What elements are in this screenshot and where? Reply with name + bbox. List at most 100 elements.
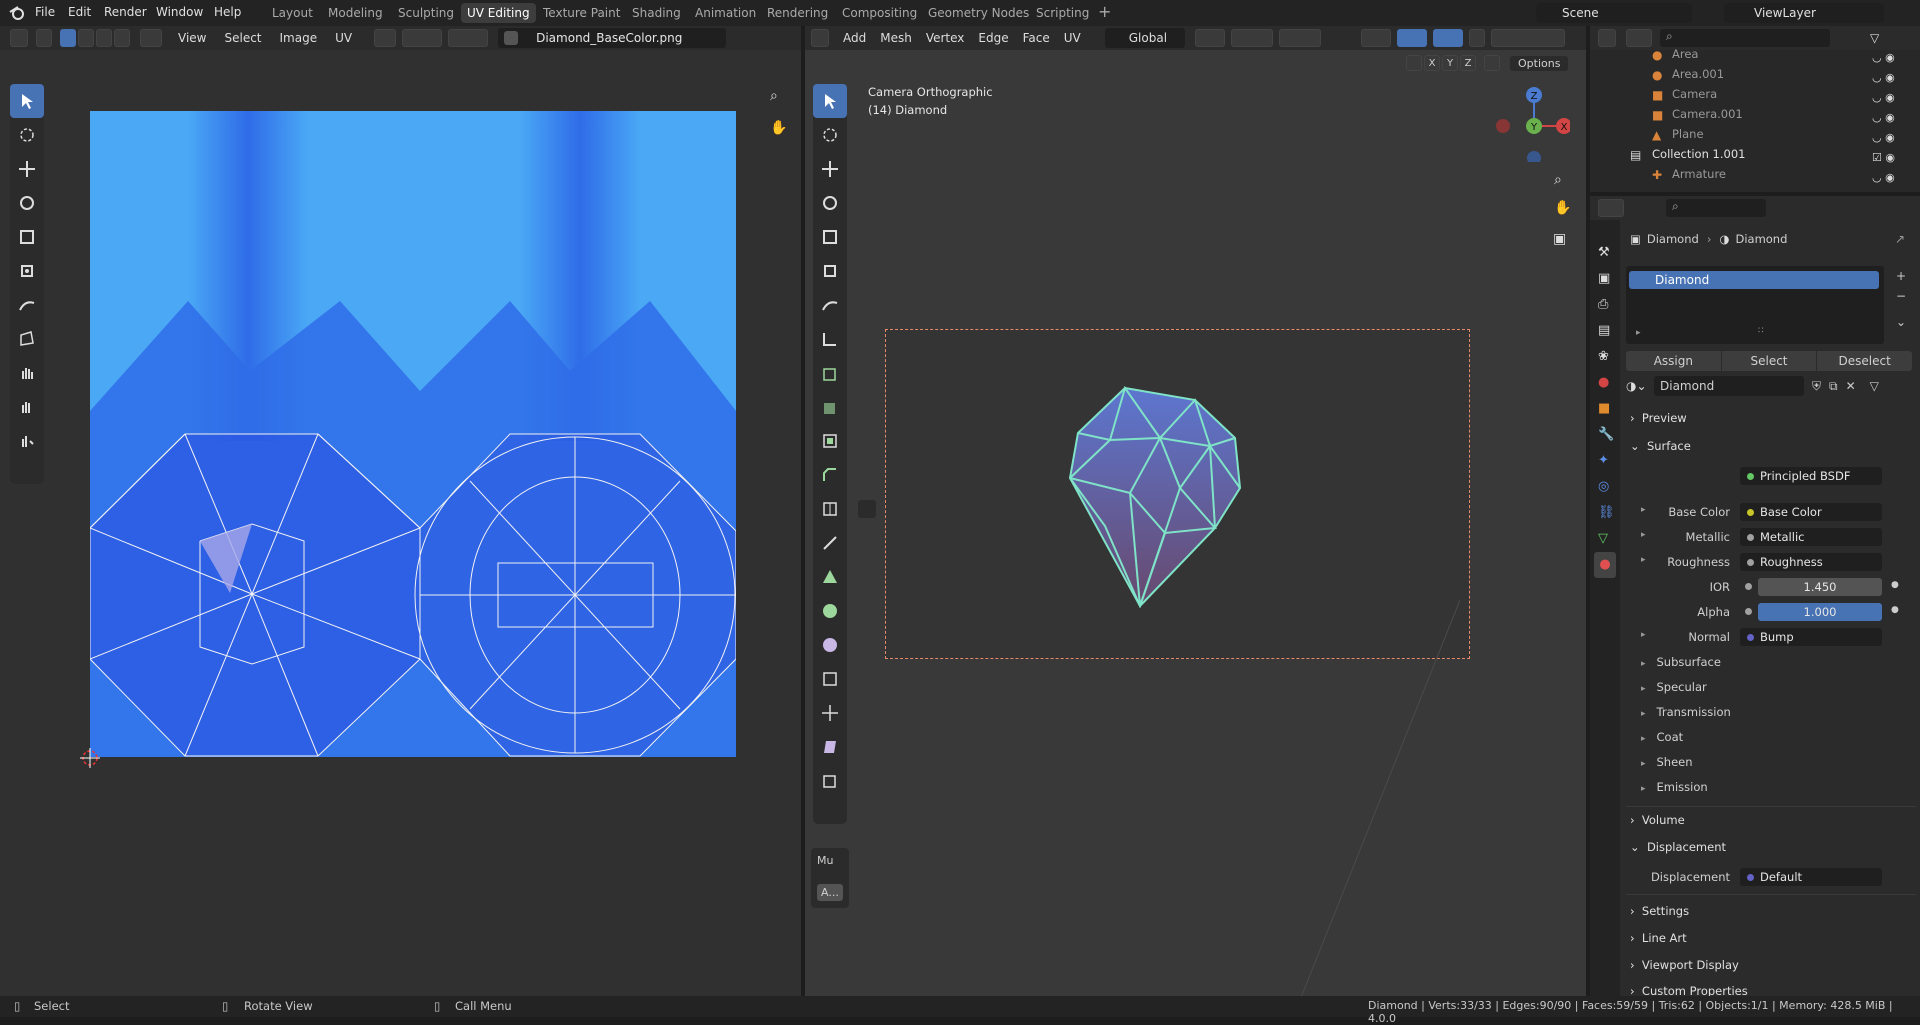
unlink-icon[interactable]: ✕ xyxy=(1846,379,1856,393)
uv-transform-tool[interactable] xyxy=(10,254,44,288)
uv-menu-select[interactable]: Select xyxy=(224,31,261,45)
tab-texture-paint[interactable]: Texture Paint xyxy=(537,3,626,23)
subpanel-emission[interactable]: ▸ Emission xyxy=(1641,780,1708,794)
scene-selector[interactable]: Scene xyxy=(1536,3,1692,23)
mirror-icon[interactable] xyxy=(1406,55,1422,71)
tab-object-icon[interactable]: ■ xyxy=(1598,396,1620,422)
visibility-icon[interactable] xyxy=(1360,29,1391,47)
uv-image-canvas[interactable] xyxy=(90,111,736,757)
uv-move-tool[interactable] xyxy=(10,152,44,186)
proportional-editing-icon[interactable] xyxy=(1278,29,1321,47)
navigation-gizmo[interactable]: Z X Y xyxy=(1490,82,1570,162)
toolbar-collapse-icon[interactable] xyxy=(858,500,876,518)
ior-field[interactable]: 1.450 xyxy=(1758,578,1882,596)
menu-render[interactable]: Render xyxy=(104,5,147,19)
vp-menu-mesh[interactable]: Mesh xyxy=(880,31,912,45)
node-filter-icon[interactable]: ▽ xyxy=(1870,379,1879,393)
tab-rendering[interactable]: Rendering xyxy=(761,3,834,23)
smooth-tool[interactable] xyxy=(813,628,847,662)
editor-type-icon[interactable] xyxy=(10,29,28,47)
uv-annotate-tool[interactable] xyxy=(10,288,44,322)
tab-geometry-nodes[interactable]: Geometry Nodes xyxy=(922,3,1035,23)
tab-modeling[interactable]: Modeling xyxy=(322,3,389,23)
gizmo-neg-x-axis[interactable] xyxy=(1496,119,1510,133)
surface-shader-field[interactable]: Principled BSDF xyxy=(1740,467,1882,485)
viewport-pan-icon[interactable]: ✋ xyxy=(1554,200,1571,216)
subpanel-coat[interactable]: ▸ Coat xyxy=(1641,730,1683,744)
uv-select-tool[interactable] xyxy=(10,84,44,118)
cursor-tool[interactable] xyxy=(813,118,847,152)
face-select-icon[interactable] xyxy=(96,29,112,47)
section-custom-properties[interactable]: › Custom Properties xyxy=(1630,984,1748,996)
uv-rip-tool[interactable] xyxy=(10,322,44,356)
uv-pinch-tool[interactable] xyxy=(10,424,44,458)
edge-slide-tool[interactable] xyxy=(813,662,847,696)
deselect-button[interactable]: Deselect xyxy=(1817,351,1913,371)
outliner-item-camera-001[interactable]: Camera.001 xyxy=(1672,107,1743,121)
tab-constraints-icon[interactable]: ⛓ xyxy=(1598,500,1620,526)
add-workspace-icon[interactable]: + xyxy=(1098,2,1111,21)
viewport-zoom-icon[interactable]: ⌕ xyxy=(1554,172,1562,188)
keyframe-dot-icon[interactable]: ● xyxy=(1891,580,1899,590)
properties-editor-type-icon[interactable] xyxy=(1598,199,1624,217)
uv-menu-view[interactable]: View xyxy=(178,31,206,45)
inset-tool[interactable] xyxy=(813,424,847,458)
2d-cursor-icon[interactable] xyxy=(78,746,102,770)
options-dropdown[interactable]: Options xyxy=(1510,55,1569,71)
expand-icon[interactable]: ▸ xyxy=(1636,328,1641,338)
section-settings[interactable]: › Settings xyxy=(1630,904,1689,918)
diamond-mesh[interactable] xyxy=(1050,378,1300,608)
tab-scene-icon[interactable]: ❀ xyxy=(1598,344,1620,370)
snapping-icon[interactable] xyxy=(1230,29,1273,47)
tab-animation[interactable]: Animation xyxy=(689,3,762,23)
tab-scripting[interactable]: Scripting xyxy=(1030,3,1095,23)
filter-icon[interactable]: ▽ xyxy=(1870,31,1879,45)
properties-search[interactable]: ⌕ xyxy=(1666,199,1766,217)
menu-help[interactable]: Help xyxy=(214,5,241,19)
gizmo-toggle-icon[interactable] xyxy=(1396,29,1427,47)
vertex-select-icon[interactable] xyxy=(60,29,76,47)
subpanel-subsurface[interactable]: ▸ Subsurface xyxy=(1641,655,1721,669)
rotate-tool[interactable] xyxy=(813,186,847,220)
section-surface[interactable]: ⌄ Surface xyxy=(1630,439,1691,453)
tab-compositing[interactable]: Compositing xyxy=(836,3,923,23)
vp-menu-add[interactable]: Add xyxy=(843,31,866,45)
viewport-editor-type-icon[interactable] xyxy=(811,29,829,47)
outliner-item-camera[interactable]: Camera xyxy=(1672,87,1717,101)
tab-tool-icon[interactable]: ⚒ xyxy=(1598,240,1620,266)
pivot-point-icon[interactable] xyxy=(1194,29,1225,47)
pin-icon[interactable]: ↗ xyxy=(1895,232,1905,246)
sync-selection-icon[interactable] xyxy=(36,29,52,47)
alpha-field[interactable]: 1.000 xyxy=(1758,603,1882,621)
uv-scale-tool[interactable] xyxy=(10,220,44,254)
add-slot-icon[interactable]: + xyxy=(1890,266,1912,286)
base-color-field[interactable]: Base Color xyxy=(1740,503,1882,521)
gizmo-neg-z-axis[interactable] xyxy=(1527,151,1541,162)
tab-view-layer-icon[interactable]: ▤ xyxy=(1598,318,1620,344)
duplicate-icon[interactable]: ⧉ xyxy=(1829,379,1838,394)
scale-tool[interactable] xyxy=(813,220,847,254)
section-volume[interactable]: › Volume xyxy=(1630,813,1685,827)
uv-relax-tool[interactable] xyxy=(10,390,44,424)
outliner-editor-type-icon[interactable] xyxy=(1598,29,1616,47)
section-displacement[interactable]: ⌄ Displacement xyxy=(1630,840,1726,854)
image-browser[interactable]: Diamond_BaseColor.png xyxy=(498,28,727,48)
blender-logo-icon[interactable] xyxy=(8,4,26,22)
displacement-field[interactable]: Default xyxy=(1740,868,1882,886)
section-preview[interactable]: › Preview xyxy=(1630,411,1687,425)
fake-user-icon[interactable]: ⛨ xyxy=(1812,379,1821,394)
outliner-item-area-001[interactable]: Area.001 xyxy=(1672,67,1724,81)
tab-layout[interactable]: Layout xyxy=(266,3,319,23)
material-slot-item[interactable]: Diamond xyxy=(1629,271,1879,289)
camera-view-icon[interactable]: ▣ xyxy=(1553,231,1566,247)
mirror-x-toggle[interactable]: X xyxy=(1424,55,1440,71)
select-box-tool[interactable] xyxy=(813,84,847,118)
tab-material-icon[interactable]: ● xyxy=(1594,552,1616,578)
metallic-field[interactable]: Metallic xyxy=(1740,528,1882,546)
mirror-z-toggle[interactable]: Z xyxy=(1460,55,1476,71)
transform-orientation[interactable]: Global xyxy=(1104,28,1185,48)
remove-slot-icon[interactable]: − xyxy=(1890,286,1912,306)
subpanel-specular[interactable]: ▸ Specular xyxy=(1641,680,1707,694)
outliner-item-collection[interactable]: Collection 1.001 xyxy=(1652,147,1745,161)
subpanel-transmission[interactable]: ▸ Transmission xyxy=(1641,705,1731,719)
